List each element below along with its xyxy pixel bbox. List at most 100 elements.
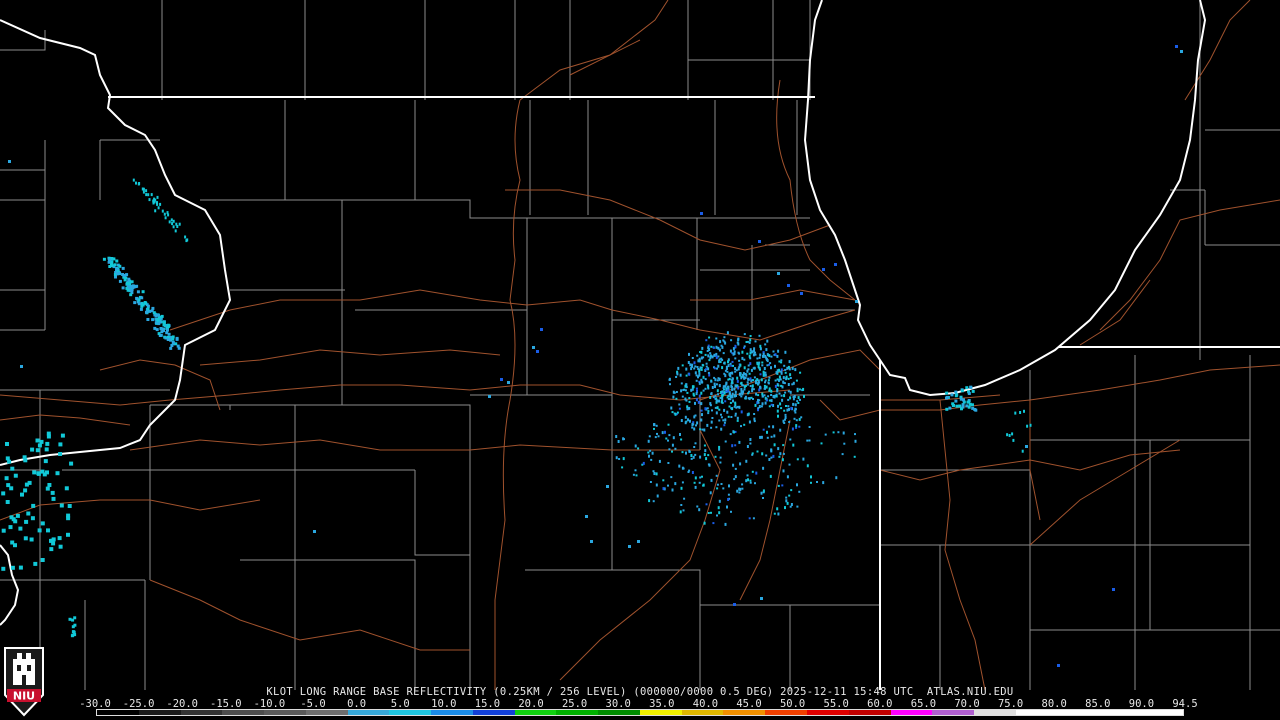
- echo-pixel: [790, 489, 793, 492]
- echo-pixel: [691, 357, 694, 359]
- echo-pixel: [748, 420, 751, 424]
- echo-pixel: [785, 499, 788, 503]
- echo-pixel: [731, 371, 734, 375]
- echo-pixel: [749, 479, 752, 482]
- echo-pixel: [765, 348, 768, 352]
- echo-pixel: [789, 438, 792, 441]
- echo-pixel: [649, 449, 652, 452]
- echo-pixel: [637, 447, 640, 450]
- echo-pixel: [174, 229, 177, 233]
- echo-pixel: [655, 472, 658, 476]
- echo-pixel: [688, 372, 691, 376]
- echo-pixel: [741, 487, 744, 490]
- echo-pixel: [121, 266, 125, 270]
- echo-pixel: [647, 439, 650, 443]
- echo-pixel: [693, 361, 696, 365]
- echo-pixel: [715, 356, 718, 360]
- echo-pixel: [1, 566, 6, 571]
- echo-pixel: [753, 376, 756, 379]
- echo-pixel: [142, 187, 145, 191]
- echo-pixel: [803, 394, 805, 398]
- echo-pixel: [722, 419, 725, 422]
- echo-pixel: [716, 483, 719, 486]
- echo-pixel: [1006, 433, 1009, 437]
- echo-pixel: [680, 419, 683, 422]
- echo-pixel: [680, 389, 683, 393]
- echo-pixel: [648, 435, 651, 438]
- echo-pixel: [670, 406, 673, 410]
- echo-pixel: [159, 202, 162, 206]
- echo-pixel: [64, 486, 69, 491]
- echo-pixel: [707, 410, 710, 413]
- echo-pixel: [734, 370, 737, 373]
- echo-pixel: [7, 459, 12, 464]
- echo-pixel: [730, 510, 732, 513]
- niu-logo: NIU: [4, 647, 44, 717]
- echo-pixel: [23, 536, 28, 541]
- radar-map[interactable]: [0, 0, 1280, 720]
- echo-pixel: [672, 436, 675, 440]
- echo-pixel: [761, 392, 764, 396]
- echo-pixel: [706, 407, 709, 410]
- echo-pixel: [745, 373, 748, 377]
- echo-pixel: [166, 338, 170, 341]
- echo-pixel: [820, 442, 823, 445]
- echo-pixel: [1025, 445, 1028, 448]
- echo-pixel: [762, 489, 765, 493]
- echo-pixel: [778, 375, 781, 379]
- echo-pixel: [670, 476, 673, 479]
- echo-pixel: [760, 491, 763, 495]
- echo-pixel: [697, 400, 700, 404]
- echo-pixel: [684, 421, 687, 425]
- echo-pixel: [667, 462, 670, 464]
- echo-pixel: [743, 358, 746, 361]
- echo-pixel: [709, 352, 712, 355]
- echo-pixel: [731, 388, 734, 392]
- echo-pixel: [948, 406, 952, 410]
- echo-pixel: [728, 378, 731, 380]
- echo-pixel: [778, 368, 780, 372]
- echo-pixel: [806, 439, 809, 442]
- echo-pixel: [757, 401, 760, 404]
- echo-pixel: [692, 385, 695, 389]
- echo-pixel: [768, 405, 771, 408]
- echo-pixel: [650, 458, 653, 461]
- echo-pixel: [761, 361, 764, 364]
- echo-pixel: [960, 389, 964, 393]
- echo-pixel: [117, 271, 121, 275]
- colorbar-swatch: [514, 710, 557, 715]
- echo-pixel: [128, 282, 132, 286]
- echo-pixel: [763, 387, 766, 390]
- echo-pixel: [782, 444, 785, 447]
- echo-pixel: [679, 433, 681, 436]
- echo-pixel: [733, 352, 736, 355]
- echo-pixel: [752, 398, 754, 400]
- echo-pixel: [777, 512, 780, 516]
- echo-pixel: [752, 517, 755, 520]
- echo-pixel: [744, 395, 747, 399]
- echo-pixel: [722, 387, 725, 389]
- echo-pixel: [854, 433, 856, 436]
- echo-pixel: [178, 222, 181, 226]
- echo-pixel: [739, 462, 742, 466]
- echo-pixel: [680, 382, 683, 385]
- echo-pixel: [668, 377, 671, 381]
- echo-pixel: [175, 337, 179, 341]
- echo-pixel: [787, 405, 790, 408]
- echo-pixel: [745, 459, 748, 463]
- echo-pixel: [736, 376, 739, 380]
- echo-pixel: [40, 558, 45, 562]
- colorbar-swatch: [264, 710, 306, 715]
- echo-pixel: [965, 404, 969, 408]
- echo-pixel: [653, 472, 656, 475]
- echo-pixel: [132, 178, 135, 182]
- echo-pixel: [748, 354, 751, 358]
- echo-pixel: [777, 384, 780, 387]
- echo-pixel: [777, 272, 780, 275]
- echo-pixel: [157, 322, 161, 326]
- echo-pixel: [162, 327, 165, 331]
- echo-pixel: [843, 442, 846, 445]
- echo-pixel: [9, 486, 14, 491]
- echo-pixel: [110, 260, 114, 264]
- echo-pixel: [719, 340, 722, 344]
